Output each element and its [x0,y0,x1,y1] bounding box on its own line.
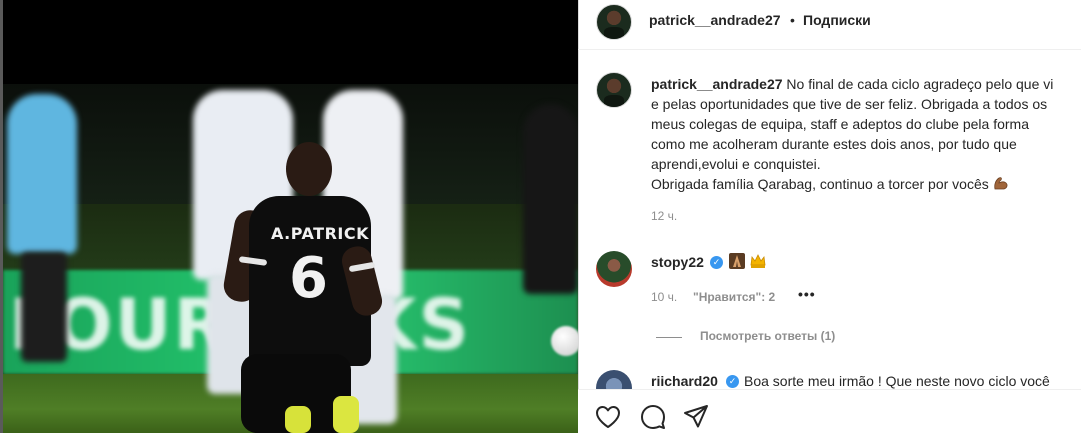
verified-badge-icon: ✓ [710,256,723,269]
author-username-link[interactable]: patrick__andrade27 [649,12,781,28]
caption-line: meus colegas de equipa, staff e adeptos … [651,116,1029,132]
post-caption: patrick__andrade27 No final de cada cicl… [651,74,1081,194]
view-replies-button[interactable]: Посмотреть ответы (1) [700,329,835,343]
photo-referee-legs [21,252,67,362]
caption-line: e pelas oportunidades que tive de ser fe… [651,96,1048,112]
verified-badge-icon: ✓ [726,375,739,388]
post-header: patrick__andrade27 • Подписки [578,0,1081,50]
replies-divider [656,337,682,338]
photo-referee [7,94,77,254]
praying-emoji [729,253,745,269]
caption-author-link[interactable]: patrick__andrade27 [651,76,783,92]
share-icon[interactable] [682,403,710,431]
header-separator: • [790,12,795,28]
comment-emoji-group [728,252,767,270]
caption-text: Obrigada família Qarabag, continuo a tor… [651,176,989,192]
following-button[interactable]: Подписки [803,12,871,28]
heart-icon[interactable] [594,403,622,431]
photo-background-player [523,104,578,294]
crown-emoji [750,254,766,268]
comment-icon[interactable] [639,403,667,431]
comment-more-options-button[interactable]: ••• [798,286,816,302]
photo-ball [551,326,578,356]
photo-jersey-name: A.PATRICK [271,224,369,243]
caption-line: aprendi,evolui e conquistei. [651,156,821,172]
post-actions-bar [578,389,1081,433]
photo-player-boot-left [285,406,311,433]
photo-player-boot-right [333,396,359,433]
comment-likes-count[interactable]: "Нравится": 2 [693,290,775,304]
panel-divider [578,0,579,433]
post-media-panel[interactable]: LOUR KCKS A.PATRICK 6 [0,0,578,433]
caption-text: No final de cada ciclo agradeço pelo que… [786,76,1054,92]
photo-player-head [286,142,332,196]
caption-timestamp[interactable]: 12 ч. [651,209,677,223]
caption-author-avatar[interactable] [596,72,632,108]
comment-timestamp[interactable]: 10 ч. [651,290,677,304]
photo-jersey-number: 6 [289,246,328,311]
caption-line: Obrigada família Qarabag, continuo a tor… [651,174,1081,194]
post-photo[interactable]: LOUR KCKS A.PATRICK 6 [3,84,578,433]
caption-line: patrick__andrade27 No final de cada cicl… [651,74,1081,94]
comment-text: Boa sorte meu irmão ! Que neste novo cic… [744,373,1050,389]
commenter-username-link[interactable]: riichard20 [651,373,718,389]
flexed-biceps-emoji [994,177,1008,190]
author-avatar[interactable] [596,4,632,40]
post-side-panel: patrick__andrade27 • Подписки patrick__a… [578,0,1081,433]
caption-line: como me acolheram durante estes dois ano… [651,136,1017,152]
commenter-username-link[interactable]: stopy22 [651,254,704,270]
commenter-avatar[interactable] [596,251,632,287]
